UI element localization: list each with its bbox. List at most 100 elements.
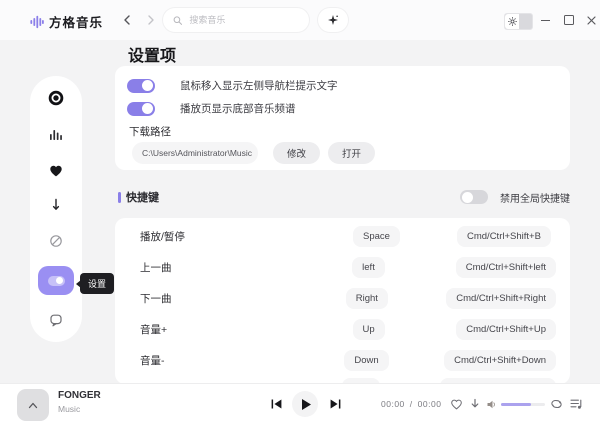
shortcut-row: 播放/暂停 Space Cmd/Ctrl+Shift+B: [115, 221, 570, 252]
shortcut-global-key[interactable]: Cmd/Ctrl+Shift+B: [457, 226, 551, 247]
favorite-button[interactable]: [450, 398, 463, 410]
close-button[interactable]: [583, 12, 599, 28]
app-window: 方格音乐: [0, 0, 600, 424]
down-arrow-icon: [49, 198, 63, 212]
download-path-field[interactable]: C:\Users\Administrator\Music: [132, 142, 258, 164]
shortcut-key[interactable]: Up: [353, 319, 385, 340]
next-track-button[interactable]: [330, 399, 341, 409]
shortcuts-card: 播放/暂停 Space Cmd/Ctrl+Shift+B 上一曲 left Cm…: [115, 218, 570, 384]
search-icon: [173, 15, 182, 26]
soundwave-logo-icon: [30, 15, 44, 29]
shortcuts-header: 快捷键 禁用全局快捷键: [118, 188, 570, 206]
playlist-button[interactable]: [570, 398, 583, 410]
setting-row-spectrum: 播放页显示底部音乐频谱: [127, 101, 296, 116]
repeat-button[interactable]: [550, 398, 563, 410]
back-button[interactable]: [121, 14, 133, 26]
slashed-circle-icon: [49, 234, 63, 248]
sidebar-item-feedback[interactable]: [30, 310, 82, 330]
playlist-icon: [570, 398, 583, 410]
shortcut-key[interactable]: left: [352, 257, 385, 278]
total-time: 00:00: [418, 399, 442, 409]
settings-tooltip: 设置: [80, 273, 114, 294]
nav-tooltip-toggle[interactable]: [127, 79, 155, 93]
download-track-button[interactable]: [469, 398, 481, 410]
topbar: 方格音乐: [0, 0, 600, 40]
sidebar-item-download[interactable]: [30, 195, 82, 215]
shortcut-global-key[interactable]: Cmd/Ctrl+Shift+Down: [444, 350, 556, 371]
chat-bubble-icon: [49, 313, 63, 327]
modify-path-button[interactable]: 修改: [273, 142, 320, 164]
minimize-button[interactable]: [537, 12, 553, 28]
shortcut-global-key[interactable]: Cmd/Ctrl+Shift+Up: [456, 319, 556, 340]
shortcut-action: 上一曲: [140, 260, 352, 275]
track-title: FONGER: [58, 390, 101, 401]
app-logo: 方格音乐: [30, 12, 103, 31]
shortcut-action: 下一曲: [140, 291, 346, 306]
sidebar-item-settings[interactable]: [38, 266, 74, 295]
shortcut-global-key[interactable]: Cmd/Ctrl+Shift+left: [456, 257, 556, 278]
time-separator: /: [410, 399, 413, 409]
skip-previous-icon: [271, 399, 282, 409]
shortcut-global-key[interactable]: Cmd/Ctrl+Shift+Right: [446, 288, 556, 309]
sidebar-item-discover[interactable]: [30, 88, 82, 108]
play-button[interactable]: [292, 391, 318, 417]
sidebar-item-favorites[interactable]: [30, 160, 82, 180]
shortcut-row: 上一曲 left Cmd/Ctrl+Shift+left: [115, 252, 570, 283]
shortcut-action: 音量+: [140, 322, 353, 337]
shortcut-action: 音量-: [140, 353, 344, 368]
open-path-button[interactable]: 打开: [328, 142, 375, 164]
track-artist: Music: [58, 404, 80, 414]
page-title: 设置项: [128, 42, 176, 66]
speaker-icon: [487, 400, 496, 409]
download-path-label: 下载路径: [129, 124, 171, 139]
chevron-left-icon: [123, 15, 131, 25]
album-art[interactable]: [17, 389, 49, 421]
shortcut-key[interactable]: Down: [344, 350, 388, 371]
shortcut-row: 音量- Down Cmd/Ctrl+Shift+Down: [115, 345, 570, 376]
minimize-icon: [541, 20, 550, 21]
player-bar: FONGER Music 00:00 / 00:00: [0, 383, 600, 424]
setting-label: 鼠标移入显示左侧导航栏提示文字: [180, 78, 338, 93]
shortcut-row: 下一曲 Right Cmd/Ctrl+Shift+Right: [115, 283, 570, 314]
shortcut-key[interactable]: Space: [353, 226, 400, 247]
volume-slider[interactable]: [501, 403, 545, 406]
forward-button[interactable]: [145, 14, 157, 26]
disable-global-shortcuts-label: 禁用全局快捷键: [500, 190, 570, 205]
disable-global-shortcuts-toggle[interactable]: [460, 190, 488, 204]
setting-row-nav-tooltip: 鼠标移入显示左侧导航栏提示文字: [127, 78, 338, 93]
setting-label: 播放页显示底部音乐频谱: [180, 101, 296, 116]
toggle-icon: [48, 276, 65, 286]
maximize-button[interactable]: [561, 12, 577, 28]
sun-icon: [508, 17, 517, 26]
repeat-icon: [550, 398, 563, 410]
shortcut-action: 播放/暂停: [140, 229, 353, 244]
bar-chart-icon: [49, 128, 63, 141]
spectrum-toggle[interactable]: [127, 102, 155, 116]
shortcuts-title: 快捷键: [126, 189, 159, 205]
time-display: 00:00 / 00:00: [381, 399, 441, 409]
theme-toggle[interactable]: [504, 13, 533, 30]
general-settings-card: 鼠标移入显示左侧导航栏提示文字 播放页显示底部音乐频谱 下载路径 C:\User…: [115, 66, 570, 170]
skip-next-icon: [330, 399, 341, 409]
music-disc-icon: [48, 90, 64, 106]
shortcut-row: 音量+ Up Cmd/Ctrl+Shift+Up: [115, 314, 570, 345]
search-box[interactable]: [163, 8, 309, 32]
play-icon: [302, 399, 311, 410]
volume-slider-fill: [501, 403, 531, 406]
sparkle-icon: [327, 14, 339, 26]
download-icon: [469, 398, 481, 410]
shortcut-key[interactable]: Right: [346, 288, 388, 309]
previous-track-button[interactable]: [271, 399, 282, 409]
heart-icon: [49, 164, 63, 177]
sidebar-item-ranking[interactable]: [30, 124, 82, 144]
volume-button[interactable]: [487, 400, 496, 409]
sidebar-nav: [30, 76, 82, 342]
sound-effect-button[interactable]: [318, 8, 348, 32]
maximize-icon: [564, 15, 574, 25]
current-time: 00:00: [381, 399, 405, 409]
app-title: 方格音乐: [49, 12, 103, 31]
heart-outline-icon: [450, 398, 463, 410]
sidebar-item-history[interactable]: [30, 231, 82, 251]
search-input[interactable]: [187, 14, 299, 26]
chevron-right-icon: [147, 15, 155, 25]
